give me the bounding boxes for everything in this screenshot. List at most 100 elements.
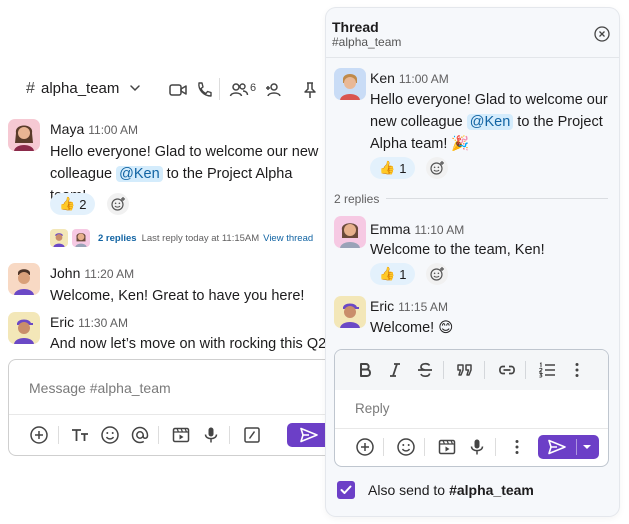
phone-icon[interactable] — [194, 80, 214, 100]
numbered-list-icon[interactable] — [537, 360, 557, 380]
also-send-option[interactable]: Also send to #alpha_team — [337, 481, 534, 499]
mention-icon[interactable] — [130, 425, 150, 445]
more-vertical-icon[interactable] — [507, 437, 527, 457]
reply-input[interactable]: Reply — [355, 401, 390, 416]
reaction-count: 1 — [399, 160, 407, 176]
bold-icon[interactable] — [355, 360, 375, 380]
message-time: 11:20 AM — [84, 267, 135, 281]
author-name[interactable]: Emma — [370, 221, 410, 237]
message-time: 11:30 AM — [78, 316, 128, 330]
toolbar-divider — [424, 438, 425, 456]
thread-channel[interactable]: #alpha_team — [332, 35, 401, 49]
header-divider — [219, 78, 220, 100]
more-vertical-icon[interactable] — [567, 360, 587, 380]
also-send-checkbox[interactable] — [337, 481, 355, 499]
add-reaction-icon — [430, 267, 444, 281]
author-name[interactable]: Ken — [370, 70, 395, 86]
replies-link[interactable]: 2 replies — [98, 233, 137, 244]
mention-ken[interactable]: @Ken — [466, 114, 514, 130]
avatar[interactable] — [334, 296, 366, 328]
members-icon[interactable] — [229, 80, 249, 100]
reply-composer[interactable]: Reply — [334, 349, 609, 467]
view-thread-link[interactable]: View thread — [263, 233, 313, 244]
send-icon — [548, 439, 566, 455]
formatting-toolbar — [335, 350, 608, 390]
plus-circle-icon[interactable] — [29, 425, 49, 445]
channel-name[interactable]: alpha_team — [41, 80, 119, 97]
reaction-count: 1 — [399, 266, 407, 282]
add-member-icon[interactable] — [264, 80, 284, 100]
also-send-label: Also send to — [368, 482, 446, 498]
toolbar-divider — [484, 361, 485, 379]
toolbar-divider — [229, 426, 230, 444]
quote-icon[interactable] — [455, 360, 475, 380]
clip-video-icon[interactable] — [171, 425, 191, 445]
message-author: Emma 11:10 AM — [370, 221, 464, 237]
avatar[interactable] — [8, 119, 40, 151]
chevron-down-icon[interactable] — [128, 81, 142, 95]
reply-divider — [335, 428, 608, 429]
send-button[interactable] — [287, 423, 330, 447]
add-reaction-button[interactable] — [107, 193, 129, 215]
toolbar-divider — [383, 438, 384, 456]
avatar[interactable] — [8, 263, 40, 295]
video-icon[interactable] — [168, 80, 188, 100]
author-name[interactable]: John — [50, 265, 80, 281]
add-reaction-button[interactable] — [426, 157, 448, 179]
thumbs-up-icon: 👍 — [59, 196, 76, 211]
channel-hash: # — [26, 80, 35, 97]
message-time: 11:15 AM — [398, 300, 448, 314]
author-name[interactable]: Eric — [370, 298, 394, 314]
plus-circle-icon[interactable] — [355, 437, 375, 457]
reaction-thumbs-up[interactable]: 👍 2 — [50, 193, 96, 215]
message-author: John 11:20 AM — [50, 265, 134, 281]
avatar[interactable] — [8, 312, 40, 344]
avatar — [72, 229, 90, 247]
also-send-channel: #alpha_team — [449, 482, 534, 498]
message-composer[interactable]: Message #alpha_team — [8, 359, 331, 456]
message-author: Maya 11:00 AM — [50, 121, 138, 137]
avatar — [50, 229, 68, 247]
message-text: Welcome, Ken! Great to have you here! — [50, 288, 305, 304]
microphone-icon[interactable] — [467, 437, 487, 457]
reply-send-button[interactable] — [538, 435, 599, 459]
message-text: And now let’s move on with rocking this … — [50, 336, 331, 352]
text-format-icon[interactable] — [70, 425, 90, 445]
pin-icon[interactable] — [300, 80, 320, 100]
author-name[interactable]: Maya — [50, 121, 84, 137]
composer-divider — [9, 414, 331, 415]
member-count[interactable]: 6 — [250, 82, 256, 94]
italic-icon[interactable] — [385, 360, 405, 380]
microphone-icon[interactable] — [201, 425, 221, 445]
message-input[interactable]: Message #alpha_team — [29, 380, 171, 396]
reaction-thumbs-up[interactable]: 👍 1 — [370, 157, 416, 179]
thread-header-divider — [326, 57, 619, 58]
avatar[interactable] — [334, 216, 366, 248]
thread-summary[interactable]: 2 replies Last reply today at 11:15AM Vi… — [50, 229, 313, 247]
message-author: Eric 11:15 AM — [370, 298, 448, 314]
replies-divider — [386, 198, 608, 199]
message-author: Eric 11:30 AM — [50, 314, 128, 330]
avatar-eric-icon — [53, 233, 65, 247]
avatar[interactable] — [334, 68, 366, 100]
emoji-icon[interactable] — [100, 425, 120, 445]
emoji-icon[interactable] — [396, 437, 416, 457]
caret-down-icon[interactable] — [581, 442, 593, 452]
mention-ken[interactable]: @Ken — [116, 166, 163, 182]
clip-video-icon[interactable] — [437, 437, 457, 457]
toolbar-divider — [495, 438, 496, 456]
close-icon[interactable] — [594, 26, 610, 42]
avatar-eric-icon — [14, 319, 34, 344]
author-name[interactable]: Eric — [50, 314, 74, 330]
message-text: Welcome to the team, Ken! — [370, 242, 545, 258]
slash-command-icon[interactable] — [242, 425, 262, 445]
link-icon[interactable] — [497, 360, 517, 380]
message-text: Hello everyone! Glad to welcome our new … — [370, 89, 610, 155]
add-reaction-icon — [111, 197, 125, 211]
message-time: 11:10 AM — [414, 223, 465, 237]
add-reaction-button[interactable] — [426, 263, 448, 285]
strikethrough-icon[interactable] — [415, 360, 435, 380]
avatar-eric-icon — [340, 303, 360, 328]
reaction-thumbs-up[interactable]: 👍 1 — [370, 263, 416, 285]
channel-header: # alpha_team 6 — [0, 72, 330, 110]
